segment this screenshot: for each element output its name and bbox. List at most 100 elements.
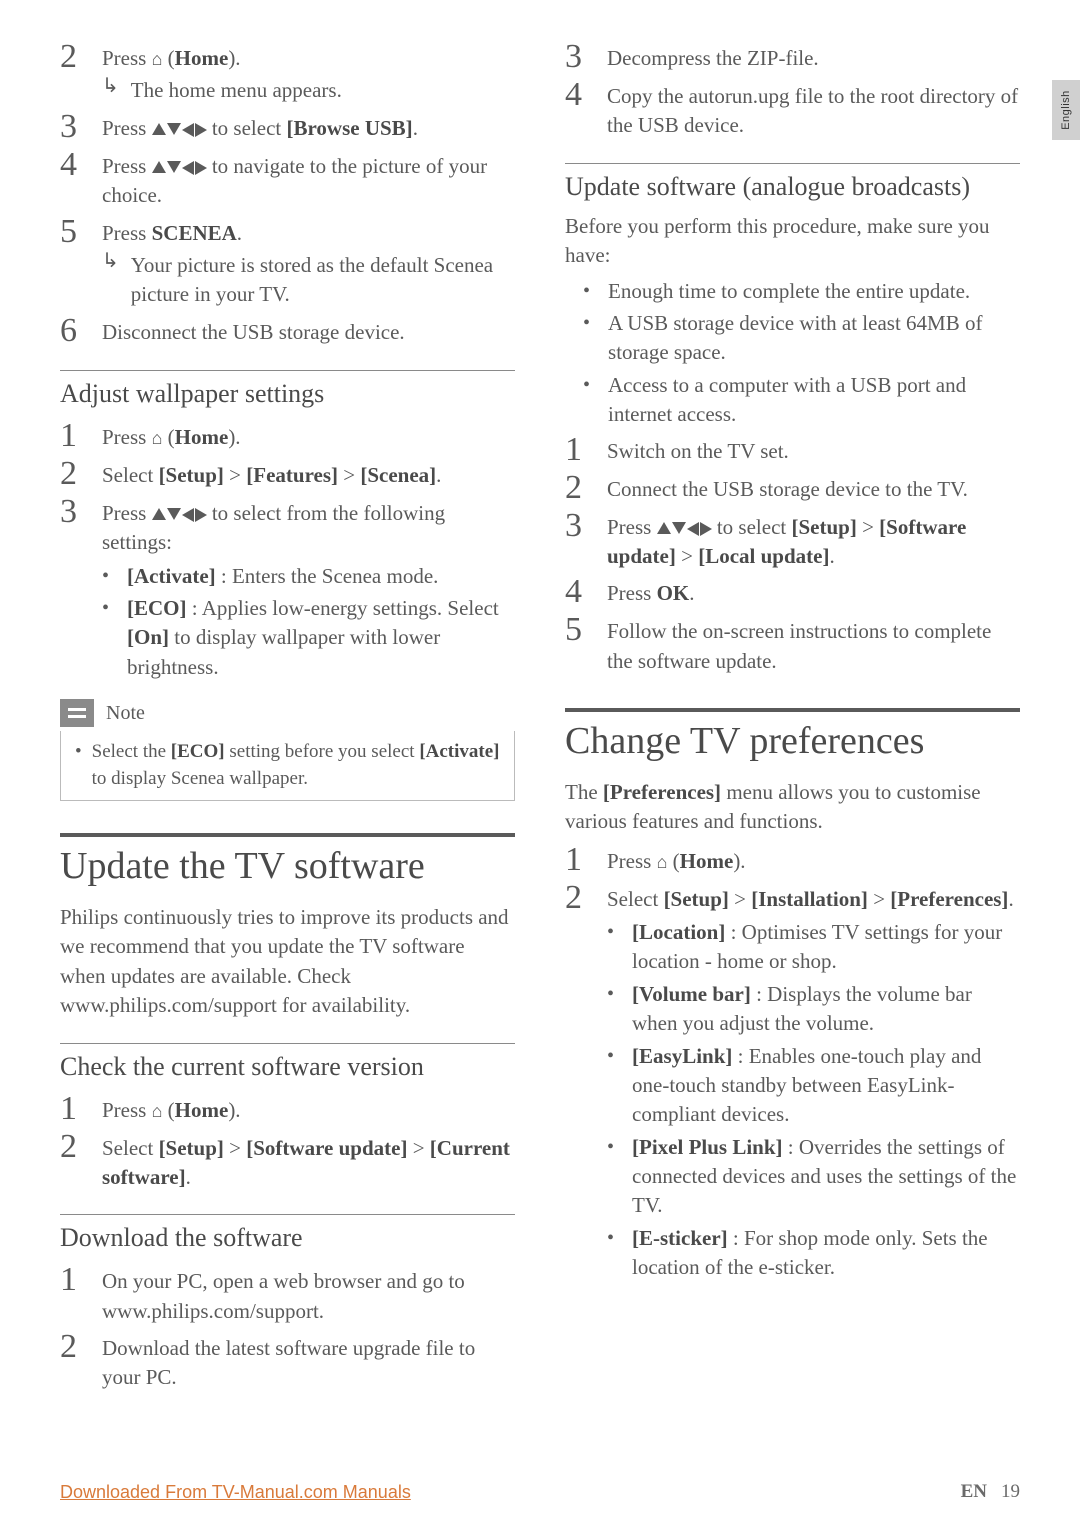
step-text: Press ⌂ (Home). [607,843,746,877]
step-text: Follow the on-screen instructions to com… [607,613,1020,676]
nav-keys-icon [152,123,207,137]
home-icon: ⌂ [152,47,163,72]
step-item: 2 Select [Setup] > [Software update] > [… [60,1130,515,1193]
analogue-steps: 1 Switch on the TV set. 2 Connect the US… [565,433,1020,677]
download-link[interactable]: Downloaded From TV-Manual.com Manuals [60,1482,411,1503]
step-item: 1 Press ⌂ (Home). [60,419,515,453]
step-text: Press SCENEA. ↳Your picture is stored as… [102,215,515,310]
home-icon: ⌂ [657,850,668,875]
step-number: 3 [565,40,589,74]
prefs-steps: 1 Press ⌂ (Home). 2 Select [Setup] > [In… [565,843,1020,1286]
step-number: 3 [60,110,84,144]
page-footer: Downloaded From TV-Manual.com Manuals EN… [60,1481,1020,1503]
step-number: 6 [60,314,84,348]
step-text: Disconnect the USB storage device. [102,314,405,348]
step-text: On your PC, open a web browser and go to… [102,1263,515,1326]
step-item: 2 Select [Setup] > [Features] > [Scenea]… [60,457,515,491]
step-number: 4 [60,148,84,211]
heading-download: Download the software [60,1223,515,1253]
step-text: Press to navigate to the picture of your… [102,148,515,211]
list-item: •[E-sticker] : For shop mode only. Sets … [607,1224,1020,1283]
nav-keys-icon [657,522,712,536]
heading-update-software: Update the TV software [60,845,515,889]
note-icon [60,699,94,727]
step-number: 2 [60,40,84,106]
step-item: 3 Press to select [Setup] > [Software up… [565,509,1020,572]
list-item: •[Activate] : Enters the Scenea mode. [102,562,515,591]
step-number: 2 [60,457,84,491]
major-divider [60,833,515,837]
step-item: 1 Press ⌂ (Home). [565,843,1020,877]
heading-analogue: Update software (analogue broadcasts) [565,172,1020,202]
step-text: Select [Setup] > [Installation] > [Prefe… [607,881,1020,1286]
note-box: Note •Select the [ECO] setting before yo… [60,699,515,801]
step-item: 2 Press ⌂ (Home). ↳The home menu appears… [60,40,515,106]
list-item: •Enough time to complete the entire upda… [583,277,1020,306]
heading-preferences: Change TV preferences [565,720,1020,764]
heading-wallpaper: Adjust wallpaper settings [60,379,515,409]
step-number: 1 [565,843,589,877]
step-item: 4 Press OK. [565,575,1020,609]
check-version-steps: 1 Press ⌂ (Home). 2 Select [Setup] > [So… [60,1092,515,1193]
right-column: 3 Decompress the ZIP-file. 4 Copy the au… [565,40,1020,1397]
step-text: Press to select [Browse USB]. [102,110,418,144]
analogue-requirements: •Enough time to complete the entire upda… [583,277,1020,430]
step-number: 1 [565,433,589,467]
step-number: 1 [60,1092,84,1126]
step-item: 5 Follow the on-screen instructions to c… [565,613,1020,676]
nav-keys-icon [152,161,207,175]
step-item: 5 Press SCENEA. ↳Your picture is stored … [60,215,515,310]
step-item: 3 Decompress the ZIP-file. [565,40,1020,74]
step-text: Connect the USB storage device to the TV… [607,471,968,505]
step-item: 3 Press to select from the following set… [60,495,515,685]
list-item: •Access to a computer with a USB port an… [583,371,1020,430]
step-number: 2 [60,1130,84,1193]
nav-keys-icon [152,508,207,522]
home-icon: ⌂ [152,1099,163,1124]
step-item: 4 Copy the autorun.upg file to the root … [565,78,1020,141]
step-number: 4 [565,78,589,141]
step-text: Decompress the ZIP-file. [607,40,819,74]
update-paragraph: Philips continuously tries to improve it… [60,903,515,1021]
step-text: Press OK. [607,575,695,609]
step-text: Download the latest software upgrade fil… [102,1330,515,1393]
step-text: Copy the autorun.upg file to the root di… [607,78,1020,141]
list-item: •[Volume bar] : Displays the volume bar … [607,980,1020,1039]
download-steps-continued: 3 Decompress the ZIP-file. 4 Copy the au… [565,40,1020,141]
wallpaper-steps: 1 Press ⌂ (Home). 2 Select [Setup] > [Fe… [60,419,515,685]
step-text: Select [Setup] > [Features] > [Scenea]. [102,457,441,491]
step-number: 1 [60,419,84,453]
step-number: 1 [60,1263,84,1326]
divider [565,163,1020,164]
step-text: Press to select from the following setti… [102,495,515,685]
step-text: Press ⌂ (Home). [102,419,241,453]
list-item: •A USB storage device with at least 64MB… [583,309,1020,368]
step-item: 4 Press to navigate to the picture of yo… [60,148,515,211]
prefs-paragraph: The [Preferences] menu allows you to cus… [565,778,1020,837]
note-label: Note [106,702,145,725]
prefs-bullets: •[Location] : Optimises TV settings for … [607,918,1020,1283]
download-steps: 1 On your PC, open a web browser and go … [60,1263,515,1393]
step-item: 1 On your PC, open a web browser and go … [60,1263,515,1326]
divider [60,1214,515,1215]
settings-bullets: •[Activate] : Enters the Scenea mode. •[… [102,562,515,683]
step-number: 2 [565,471,589,505]
list-item: •[Pixel Plus Link] : Overrides the setti… [607,1133,1020,1221]
step-number: 4 [565,575,589,609]
left-column: 2 Press ⌂ (Home). ↳The home menu appears… [60,40,515,1397]
step-number: 2 [565,881,589,1286]
step-item: 2 Select [Setup] > [Installation] > [Pre… [565,881,1020,1286]
step-number: 3 [565,509,589,572]
result-arrow-icon: ↳ [102,76,119,96]
step-number: 2 [60,1330,84,1393]
step-number: 5 [60,215,84,310]
scenea-steps-continued: 2 Press ⌂ (Home). ↳The home menu appears… [60,40,515,348]
result-arrow-icon: ↳ [102,251,119,271]
divider [60,370,515,371]
home-icon: ⌂ [152,426,163,451]
note-body: •Select the [ECO] setting before you sel… [60,731,515,801]
page-content: 2 Press ⌂ (Home). ↳The home menu appears… [0,0,1080,1427]
step-text: Switch on the TV set. [607,433,789,467]
step-item: 6 Disconnect the USB storage device. [60,314,515,348]
step-item: 1 Switch on the TV set. [565,433,1020,467]
